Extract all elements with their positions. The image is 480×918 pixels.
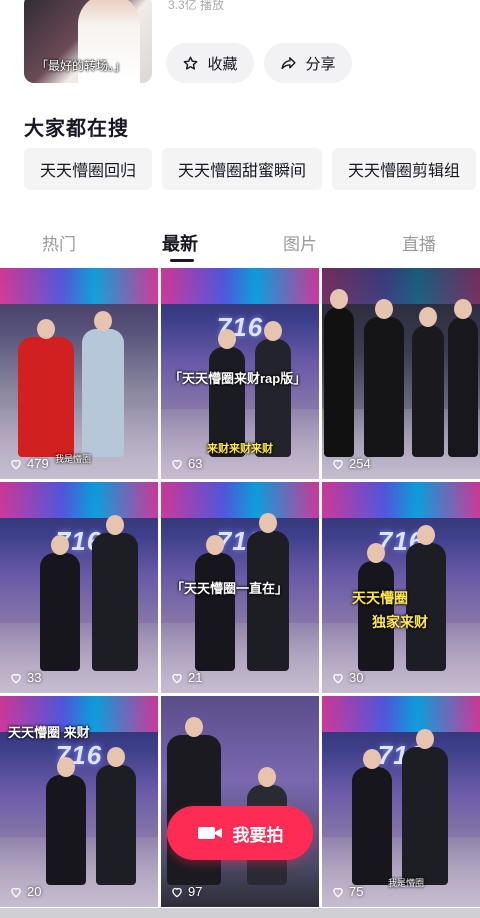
search-chip[interactable]: 天天懵圈回归 — [24, 148, 153, 190]
heart-icon — [172, 459, 182, 469]
heart-icon — [333, 887, 343, 897]
heart-icon — [333, 459, 343, 469]
heart-icon — [172, 673, 182, 683]
performer — [40, 535, 80, 671]
likes-number: 33 — [27, 670, 42, 685]
video-caption: 「天天懵圈来财rap版」 — [169, 371, 307, 386]
tab-hot[interactable]: 热门 — [42, 230, 76, 255]
likes-number: 21 — [188, 670, 203, 685]
likes-number: 254 — [349, 456, 371, 471]
video-card[interactable]: 716 「天天懵圈来财rap版」 来财来财来财 63 — [161, 268, 319, 479]
video-caption: 「天天懵圈一直在」 — [171, 581, 289, 596]
search-section-title: 大家都在搜 — [24, 118, 129, 140]
performer — [247, 513, 289, 671]
share-button[interactable]: 分享 — [264, 43, 352, 83]
performer — [406, 525, 446, 671]
video-thumbnail[interactable]: 「最好的转场。」 — [24, 0, 152, 83]
performer — [96, 747, 136, 885]
stage-lights — [161, 482, 319, 518]
likes-count: 75 — [331, 884, 363, 899]
collect-button[interactable]: 收藏 — [166, 43, 254, 83]
video-card[interactable]: 716 天天懵圈 独家来财 30 — [322, 482, 480, 693]
share-label: 分享 — [305, 55, 336, 73]
performer — [324, 289, 354, 457]
shoot-button[interactable]: 我要拍 — [167, 806, 313, 860]
content-tabs: 热门 最新 图片 直播 — [0, 224, 480, 264]
performer — [195, 535, 235, 671]
video-card[interactable]: 254 — [322, 268, 480, 479]
performer — [92, 515, 138, 671]
performer — [46, 757, 86, 885]
likes-count: 254 — [331, 456, 371, 471]
star-icon — [184, 56, 198, 70]
stage-lights — [0, 482, 158, 518]
likes-number: 63 — [188, 456, 203, 471]
video-card[interactable]: 716 天天懵圈 来财 20 — [0, 696, 158, 907]
video-caption: 我是懵圈 — [388, 878, 425, 888]
likes-number: 97 — [188, 884, 203, 899]
likes-number: 75 — [349, 884, 364, 899]
performer — [352, 749, 392, 885]
video-subcaption: 独家来财 — [372, 614, 428, 630]
video-card[interactable]: 97 — [161, 696, 319, 907]
video-card[interactable]: 我是懵圈 479 — [0, 268, 158, 479]
likes-count: 63 — [170, 456, 202, 471]
performer — [412, 307, 444, 457]
video-caption: 我是懵圈 — [55, 454, 92, 464]
likes-count: 479 — [9, 456, 49, 471]
likes-count: 30 — [331, 670, 363, 685]
stage-lights — [0, 268, 158, 304]
likes-count: 20 — [9, 884, 41, 899]
heart-icon — [172, 887, 182, 897]
camera-icon — [197, 827, 222, 839]
search-chip[interactable]: 天天懵圈剪辑组 — [332, 148, 477, 190]
heart-icon — [11, 459, 21, 469]
performer — [448, 299, 478, 457]
performer — [82, 311, 124, 457]
performer — [402, 729, 448, 885]
likes-count: 21 — [170, 670, 202, 685]
video-caption: 天天懵圈 来财 — [8, 725, 90, 740]
video-subcaption: 来财来财来财 — [207, 443, 273, 455]
video-card[interactable]: 716 我是懵圈 75 — [322, 696, 480, 907]
performer — [18, 319, 74, 457]
heart-icon — [11, 887, 21, 897]
stage-lights — [322, 482, 480, 518]
play-count-text: 3.3亿 播放 — [168, 0, 225, 12]
thumbnail-caption: 「最好的转场。」 — [36, 59, 127, 73]
likes-number: 20 — [27, 884, 42, 899]
video-caption: 天天懵圈 — [352, 590, 408, 606]
heart-icon — [333, 673, 343, 683]
video-card[interactable]: 716 「天天懵圈一直在」 21 — [161, 482, 319, 693]
stage-lights — [322, 696, 480, 732]
collect-label: 收藏 — [207, 55, 238, 73]
active-tab-indicator — [170, 259, 194, 262]
search-chip[interactable]: 天天懵圈甜蜜瞬间 — [162, 148, 323, 190]
top-video-card: 「最好的转场。」 3.3亿 播放 收藏 分享 — [0, 0, 480, 100]
tab-live[interactable]: 直播 — [402, 230, 436, 255]
tab-images[interactable]: 图片 — [283, 230, 317, 255]
shoot-button-label: 我要拍 — [232, 825, 284, 845]
likes-count: 97 — [170, 884, 202, 899]
performer — [364, 299, 404, 457]
likes-number: 479 — [27, 456, 49, 471]
next-row-preview — [0, 908, 480, 918]
search-suggestion-list: 天天懵圈回归 天天懵圈甜蜜瞬间 天天懵圈剪辑组 — [24, 148, 477, 190]
heart-icon — [11, 673, 21, 683]
video-card[interactable]: 716 33 — [0, 482, 158, 693]
likes-number: 30 — [349, 670, 364, 685]
share-arrow-icon — [281, 56, 297, 69]
likes-count: 33 — [9, 670, 41, 685]
stage-lights — [161, 268, 319, 304]
tab-latest[interactable]: 最新 — [162, 230, 198, 256]
